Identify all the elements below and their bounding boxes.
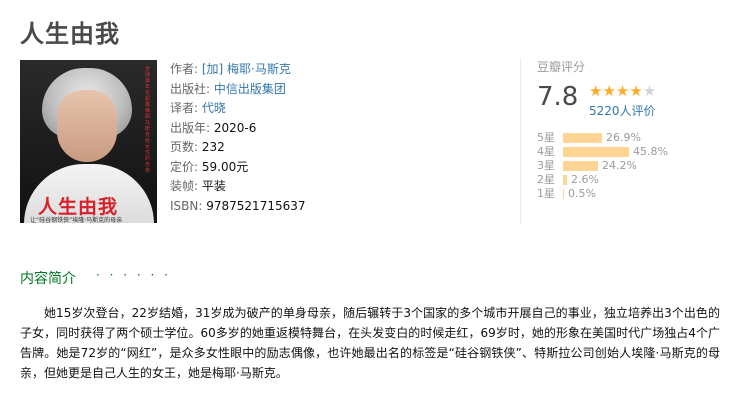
book-cover-image[interactable]: 全球最年长超模梅耶·马斯克给女性的自传 人生由我 让“硅谷钢铁侠”埃隆·马斯克的… (20, 60, 157, 223)
rating-bar (563, 133, 602, 143)
pubdate-label: 出版年: (170, 120, 211, 135)
rating-bar-label: 4星 (537, 145, 555, 158)
intro-heading: 内容简介 (20, 271, 76, 287)
rating-bar (563, 175, 567, 185)
pages-value: 232 (201, 140, 225, 154)
rating-bar-row: 2星 2.6% (537, 173, 668, 187)
price-label: 定价: (170, 159, 199, 174)
star-rating: ★★★★★ (589, 82, 656, 100)
isbn-label: ISBN: (170, 198, 203, 213)
rating-bar-percent: 2.6% (571, 173, 599, 186)
publisher-link[interactable]: 中信出版集团 (214, 82, 286, 96)
rating-bar-percent: 24.2% (602, 159, 637, 172)
rating-bar-label: 3星 (537, 159, 555, 172)
star-icon: ★ (615, 82, 630, 100)
binding-value: 平装 (201, 179, 226, 193)
binding-row: 装帧: 平装 (170, 177, 306, 197)
rating-bar (563, 161, 598, 171)
translator-row: 译者: 代晓 (170, 99, 306, 119)
translator-label: 译者: (170, 101, 199, 115)
pages-label: 页数: (170, 140, 199, 154)
rating-bar-label: 2星 (537, 173, 555, 186)
book-info: 作者: [加] 梅耶·马斯克 出版社: 中信出版集团 译者: 代晓 出版年: 2… (170, 60, 306, 216)
translator-link[interactable]: 代晓 (202, 101, 226, 115)
price-value: 59.00元 (201, 159, 249, 174)
author-link[interactable]: [加] 梅耶·马斯克 (202, 62, 291, 76)
star-icon: ★ (602, 82, 616, 100)
rating-distribution: 5星 26.9% 4星 45.8% 3星 24.2% 2星 2.6% 1星 0.5% (537, 131, 668, 201)
cover-subtitle: 让“硅谷钢铁侠”埃隆·马斯克的母亲 (30, 217, 123, 223)
cover-side-text: 全球最年长超模梅耶·马斯克给女性的自传 (145, 66, 152, 174)
pubdate-row: 出版年: 2020-6 (170, 119, 306, 139)
star-icon: ★ (589, 82, 603, 100)
publisher-row: 出版社: 中信出版集团 (170, 80, 306, 100)
pages-row: 页数: 232 (170, 138, 306, 158)
rating-bar-label: 5星 (537, 131, 555, 144)
star-empty-icon: ★ (642, 82, 657, 100)
author-label: 作者: (170, 62, 199, 76)
rating-bar (563, 147, 629, 157)
rating-panel: 豆瓣评分 7.8 ★★★★★ 5220人评价 5星 26.9% 4星 45.8% 3星 2… (520, 58, 720, 223)
rating-bar-row: 5星 26.9% (537, 131, 668, 145)
rating-bar (563, 189, 564, 199)
rating-bar-label: 1星 (537, 187, 555, 200)
publisher-label: 出版社: (170, 81, 211, 96)
intro-text: 她15岁次登台，22岁结婚，31岁成为破产的单身母亲，随后辗转于3个国家的多个城… (20, 306, 720, 380)
votes-link[interactable]: 5220人评价 (589, 102, 656, 119)
rating-bar-row: 3星 24.2% (537, 159, 668, 173)
price-row: 定价: 59.00元 (170, 158, 306, 178)
rating-bar-percent: 26.9% (606, 131, 641, 144)
rating-bar-row: 4星 45.8% (537, 145, 668, 159)
isbn-row: ISBN: 9787521715637 (170, 197, 306, 217)
rating-bar-percent: 45.8% (633, 145, 668, 158)
rating-bar-row: 1星 0.5% (537, 187, 668, 201)
pubdate-value: 2020-6 (213, 120, 257, 135)
isbn-value: 9787521715637 (206, 198, 306, 213)
page-title: 人生由我 (20, 20, 120, 48)
binding-label: 装帧: (170, 179, 199, 193)
author-row: 作者: [加] 梅耶·马斯克 (170, 60, 306, 80)
intro-heading-dots: · · · · · · (96, 268, 171, 282)
rating-bar-percent: 0.5% (568, 187, 596, 200)
star-icon: ★ (629, 82, 643, 100)
rating-score: 7.8 (537, 82, 579, 112)
cover-portrait-face (57, 90, 117, 162)
rating-heading: 豆瓣评分 (537, 60, 586, 74)
